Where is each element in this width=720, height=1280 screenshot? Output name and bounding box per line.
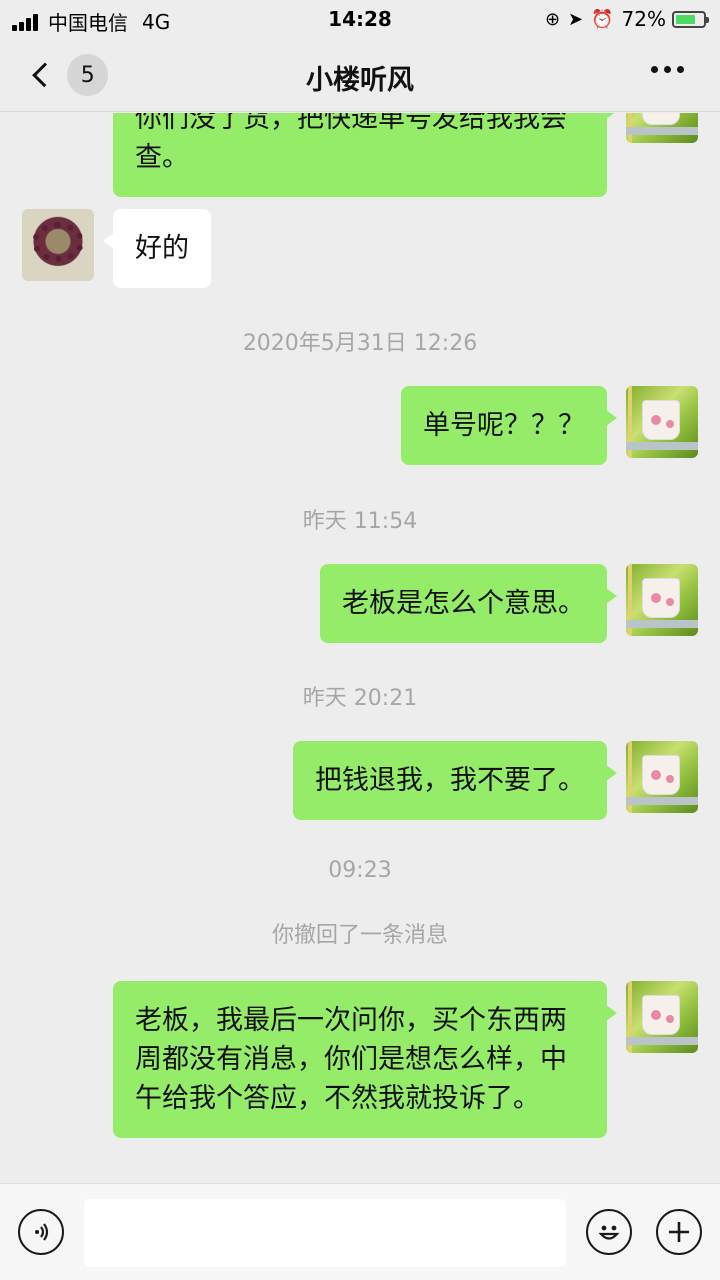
message-bubble-me[interactable]: 老板，我最后一次问你，买个东西两周都没有消息，你们是想怎么样，中午给我个答应，不… (113, 981, 617, 1138)
location-icon: ➤ (568, 8, 584, 30)
message-text: 老板是怎么个意思。 (342, 588, 585, 619)
message-input[interactable] (84, 1199, 566, 1267)
orientation-lock-icon: ⊕ (544, 8, 561, 30)
my-avatar[interactable] (626, 741, 698, 813)
my-avatar[interactable] (626, 564, 698, 636)
timestamp: 昨天 20:21 (302, 686, 418, 711)
battery-level (676, 14, 695, 24)
recall-notice: 你撤回了一条消息 (271, 923, 448, 948)
message-text: 把钱退我，我不要了。 (315, 765, 585, 796)
timestamp: 09:23 (328, 858, 392, 883)
message-bubble-me[interactable]: 老板是怎么个意思。 (320, 564, 617, 643)
message-bubble-other[interactable]: 好的 (103, 209, 211, 288)
message-text: 单号呢？？？ (423, 410, 585, 441)
battery-icon (672, 10, 709, 28)
message-bubble-me[interactable]: 单号呢？？？ (401, 386, 617, 465)
message-text: 老板，我最后一次问你，买个东西两周都没有消息，你们是想怎么样，中午给我个答应，不… (135, 1005, 567, 1114)
message-bubble-me[interactable]: 你们没了货，把快递单号发给我我会查。 (113, 113, 617, 197)
message-text: 你们没了货，把快递单号发给我我会查。 (135, 113, 567, 173)
more-options-icon[interactable] (645, 66, 684, 73)
my-avatar[interactable] (626, 981, 698, 1053)
nav-bar: 5 小楼听风 (0, 38, 720, 112)
my-avatar[interactable] (626, 386, 698, 458)
plus-icon[interactable] (656, 1209, 702, 1255)
status-bar: 中国电信 4G 14:28 ⊕ ➤ ⏰ 72% (0, 0, 720, 38)
contact-avatar[interactable] (22, 209, 94, 281)
timestamp: 昨天 11:54 (302, 509, 418, 534)
message-bubble-me[interactable]: 把钱退我，我不要了。 (293, 741, 617, 820)
chat-area[interactable]: 你们没了货，把快递单号发给我我会查。 好的 2020年5月31日 12:26 单… (0, 113, 720, 1183)
battery-percent: 72% (621, 7, 666, 31)
my-avatar[interactable] (626, 113, 698, 143)
chat-title: 小楼听风 (306, 65, 414, 96)
alarm-icon: ⏰ (591, 8, 614, 30)
message-text: 好的 (135, 233, 189, 264)
voice-input-icon[interactable] (18, 1209, 64, 1255)
status-right: ⊕ ➤ ⏰ 72% (537, 7, 709, 31)
input-bar (0, 1183, 720, 1280)
timestamp: 2020年5月31日 12:26 (242, 331, 478, 356)
emoji-icon[interactable] (586, 1209, 632, 1255)
